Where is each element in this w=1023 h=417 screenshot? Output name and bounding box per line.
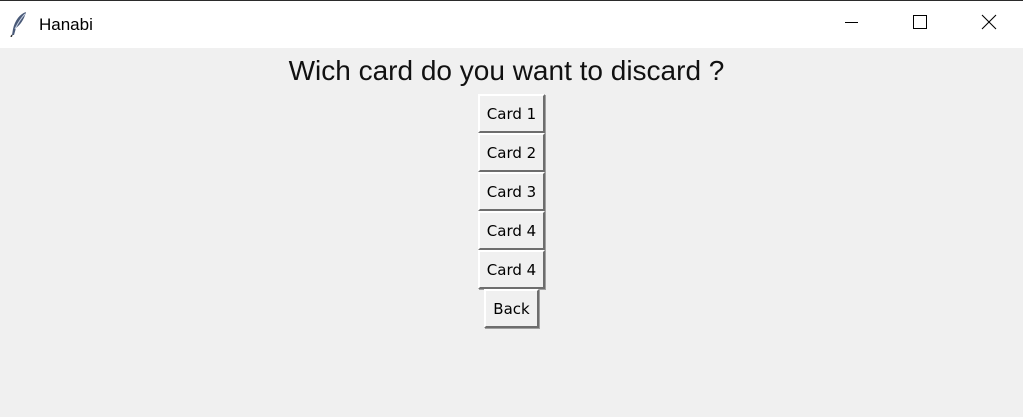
back-button[interactable]: Back xyxy=(484,289,539,328)
feather-icon xyxy=(10,11,30,38)
main-content: Wich card do you want to discard ? Card … xyxy=(0,48,1023,417)
maximize-button[interactable] xyxy=(885,1,954,48)
card-3-button[interactable]: Card 3 xyxy=(478,172,545,211)
window-title: Hanabi xyxy=(39,15,93,34)
minimize-icon xyxy=(844,15,860,34)
maximize-icon xyxy=(912,14,928,35)
card-4-button[interactable]: Card 4 xyxy=(478,211,545,250)
card-2-button[interactable]: Card 2 xyxy=(478,133,545,172)
close-icon xyxy=(981,14,997,35)
card-1-button[interactable]: Card 1 xyxy=(478,94,545,133)
app-window: Hanabi Wich card do you want to discard … xyxy=(0,0,1023,417)
title-bar: Hanabi xyxy=(0,1,1023,48)
minimize-button[interactable] xyxy=(816,1,885,48)
close-button[interactable] xyxy=(954,1,1023,48)
card-5-button[interactable]: Card 4 xyxy=(478,250,545,289)
prompt-heading: Wich card do you want to discard ? xyxy=(288,55,725,86)
